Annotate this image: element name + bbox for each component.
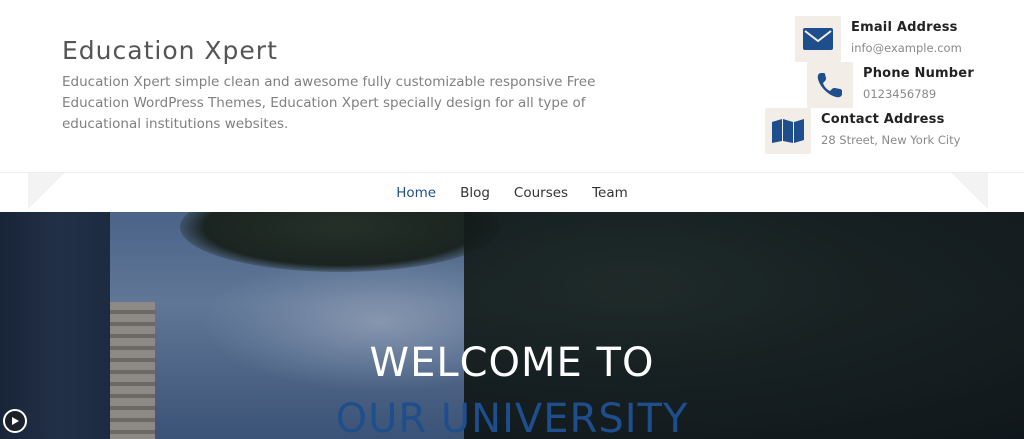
contact-email-label: Email Address: [851, 20, 958, 35]
contact-email: Email Address info@example.com: [795, 16, 962, 62]
site-title[interactable]: Education Xpert: [62, 36, 278, 65]
contact-address-value: 28 Street, New York City: [821, 133, 961, 147]
site-header: Education Xpert Education Xpert simple c…: [0, 0, 1024, 172]
contact-phone-value: 0123456789: [863, 87, 937, 101]
play-icon[interactable]: [3, 409, 27, 433]
nav-menu: Home Blog Courses Team: [0, 185, 1024, 201]
contact-address: Contact Address 28 Street, New York City: [765, 108, 960, 154]
phone-icon: [807, 62, 853, 108]
contact-phone: Phone Number 0123456789: [807, 62, 974, 108]
nav-item-courses[interactable]: Courses: [514, 185, 568, 201]
contact-phone-label: Phone Number: [863, 66, 974, 81]
hero-subtitle: OUR UNIVERSITY: [335, 396, 689, 439]
hero-banner: WELCOME TO OUR UNIVERSITY: [0, 212, 1024, 439]
map-icon: [765, 108, 811, 154]
main-navigation: Home Blog Courses Team: [0, 172, 1024, 213]
nav-item-blog[interactable]: Blog: [460, 185, 490, 201]
contact-email-value: info@example.com: [851, 41, 962, 55]
hero-title: WELCOME TO: [369, 340, 655, 386]
site-description: Education Xpert simple clean and awesome…: [62, 74, 596, 132]
contact-address-label: Contact Address: [821, 112, 945, 127]
envelope-icon: [795, 16, 841, 62]
nav-item-home[interactable]: Home: [396, 185, 436, 201]
nav-item-team[interactable]: Team: [592, 185, 628, 201]
